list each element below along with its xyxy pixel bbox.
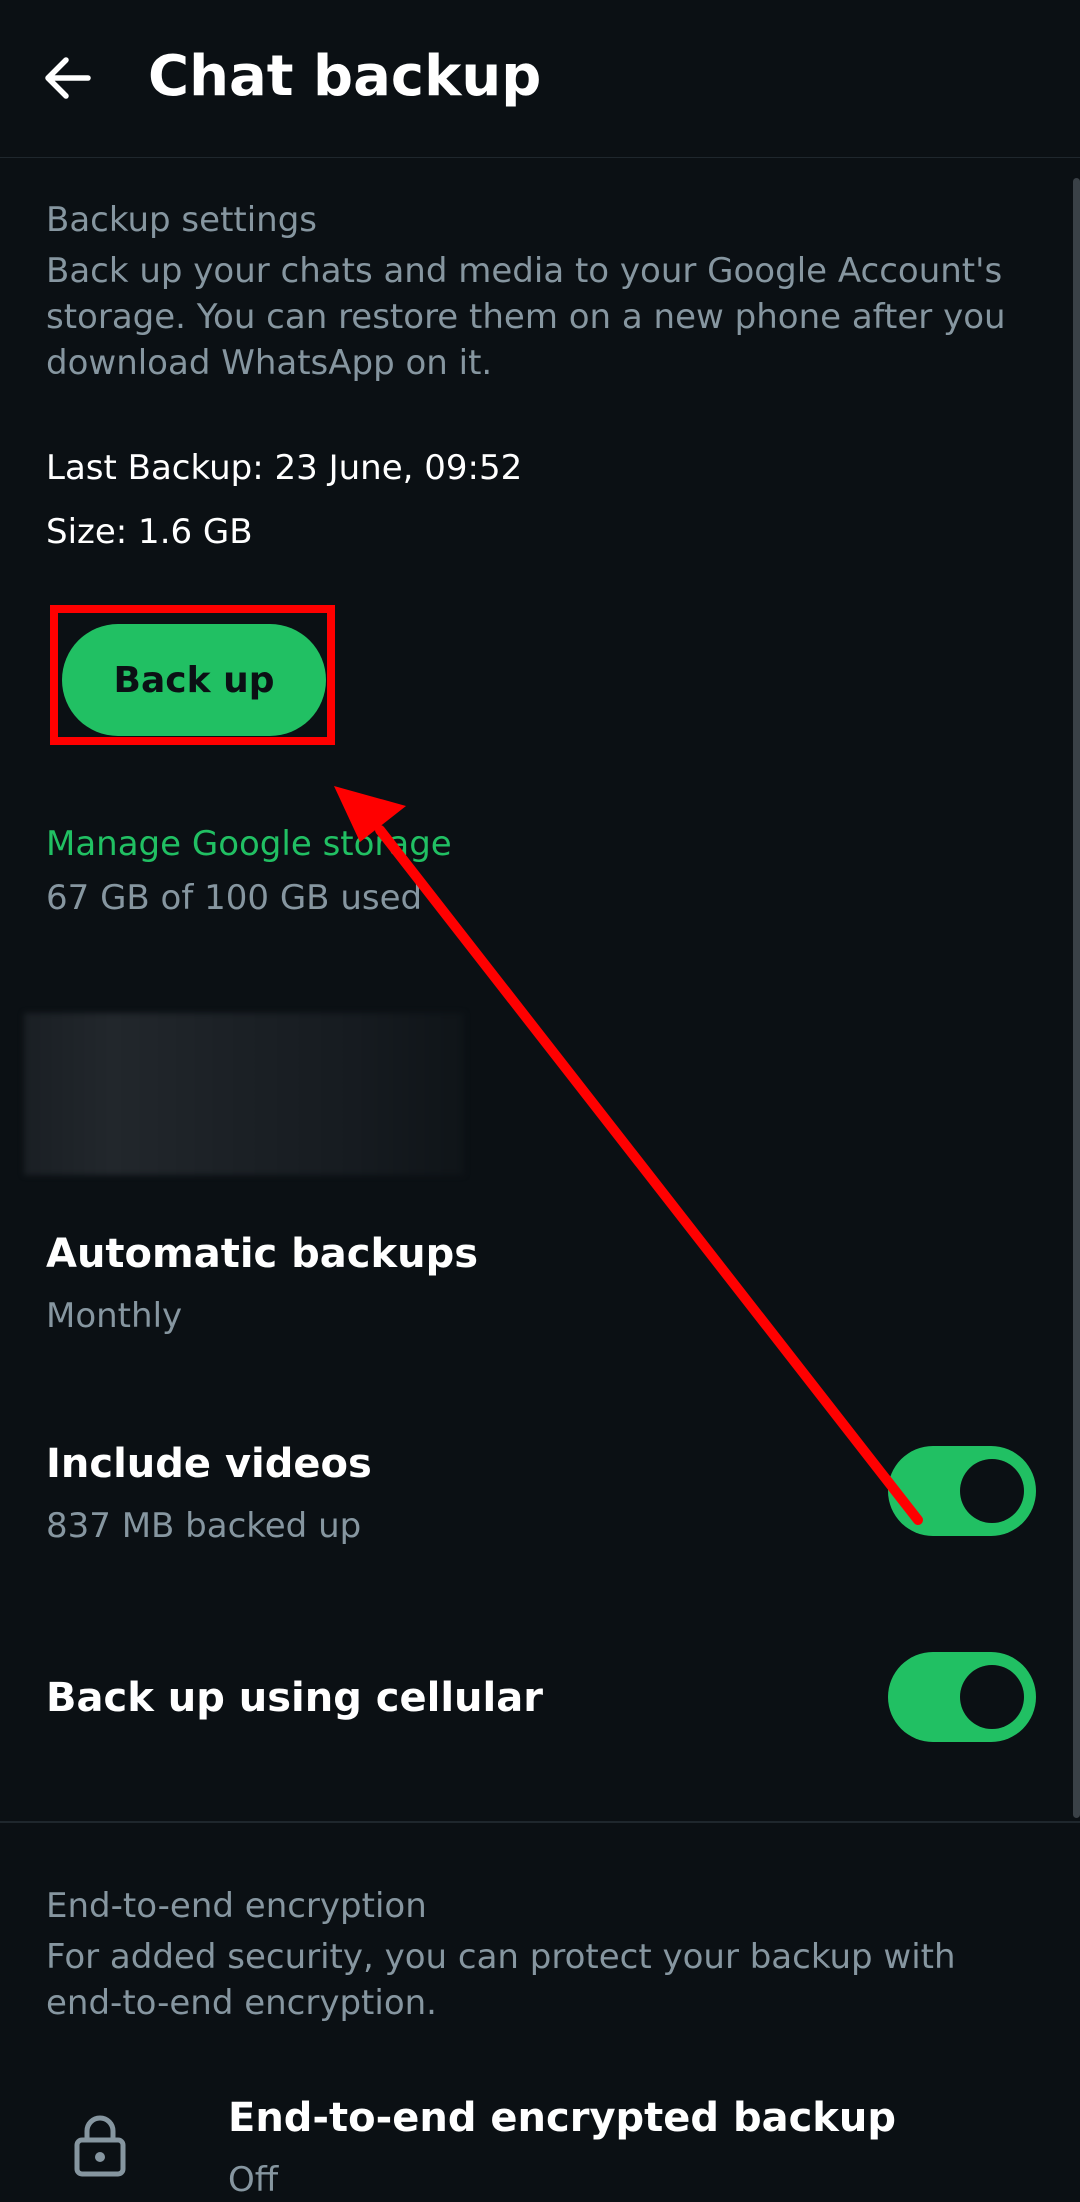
manage-google-storage-link[interactable]: Manage Google storage (46, 822, 452, 866)
include-videos-subtitle: 837 MB backed up (46, 1506, 362, 1546)
automatic-backups-title: Automatic backups (46, 1231, 479, 1277)
backup-settings-description: Back up your chats and media to your Goo… (46, 251, 1006, 383)
include-videos-title: Include videos (46, 1441, 372, 1487)
lock-icon (74, 2115, 126, 2177)
back-up-button[interactable]: Back up (62, 624, 326, 736)
app-bar: Chat backup (0, 0, 1080, 158)
last-backup-text: Last Backup: 23 June, 09:52 (46, 448, 523, 488)
encryption-description: For added security, you can protect your… (46, 1937, 956, 2023)
cellular-title: Back up using cellular (46, 1675, 543, 1721)
scrollbar[interactable] (1073, 178, 1080, 1818)
redacted-account-area[interactable] (24, 1013, 464, 1175)
storage-usage-text: 67 GB of 100 GB used (46, 878, 423, 918)
toggle-knob (960, 1665, 1024, 1729)
page-title: Chat backup (148, 44, 542, 109)
cellular-toggle[interactable] (888, 1652, 1036, 1742)
encrypted-backup-title: End-to-end encrypted backup (228, 2095, 897, 2141)
encrypted-backup-value: Off (228, 2160, 279, 2200)
include-videos-toggle[interactable] (888, 1446, 1036, 1536)
arrow-left-icon[interactable] (36, 46, 100, 110)
section-divider (0, 1821, 1080, 1823)
backup-size-text: Size: 1.6 GB (46, 512, 253, 552)
encryption-label: End-to-end encryption (46, 1886, 427, 1926)
toggle-knob (960, 1459, 1024, 1523)
backup-settings-label: Backup settings (46, 200, 318, 240)
automatic-backups-value: Monthly (46, 1296, 183, 1336)
